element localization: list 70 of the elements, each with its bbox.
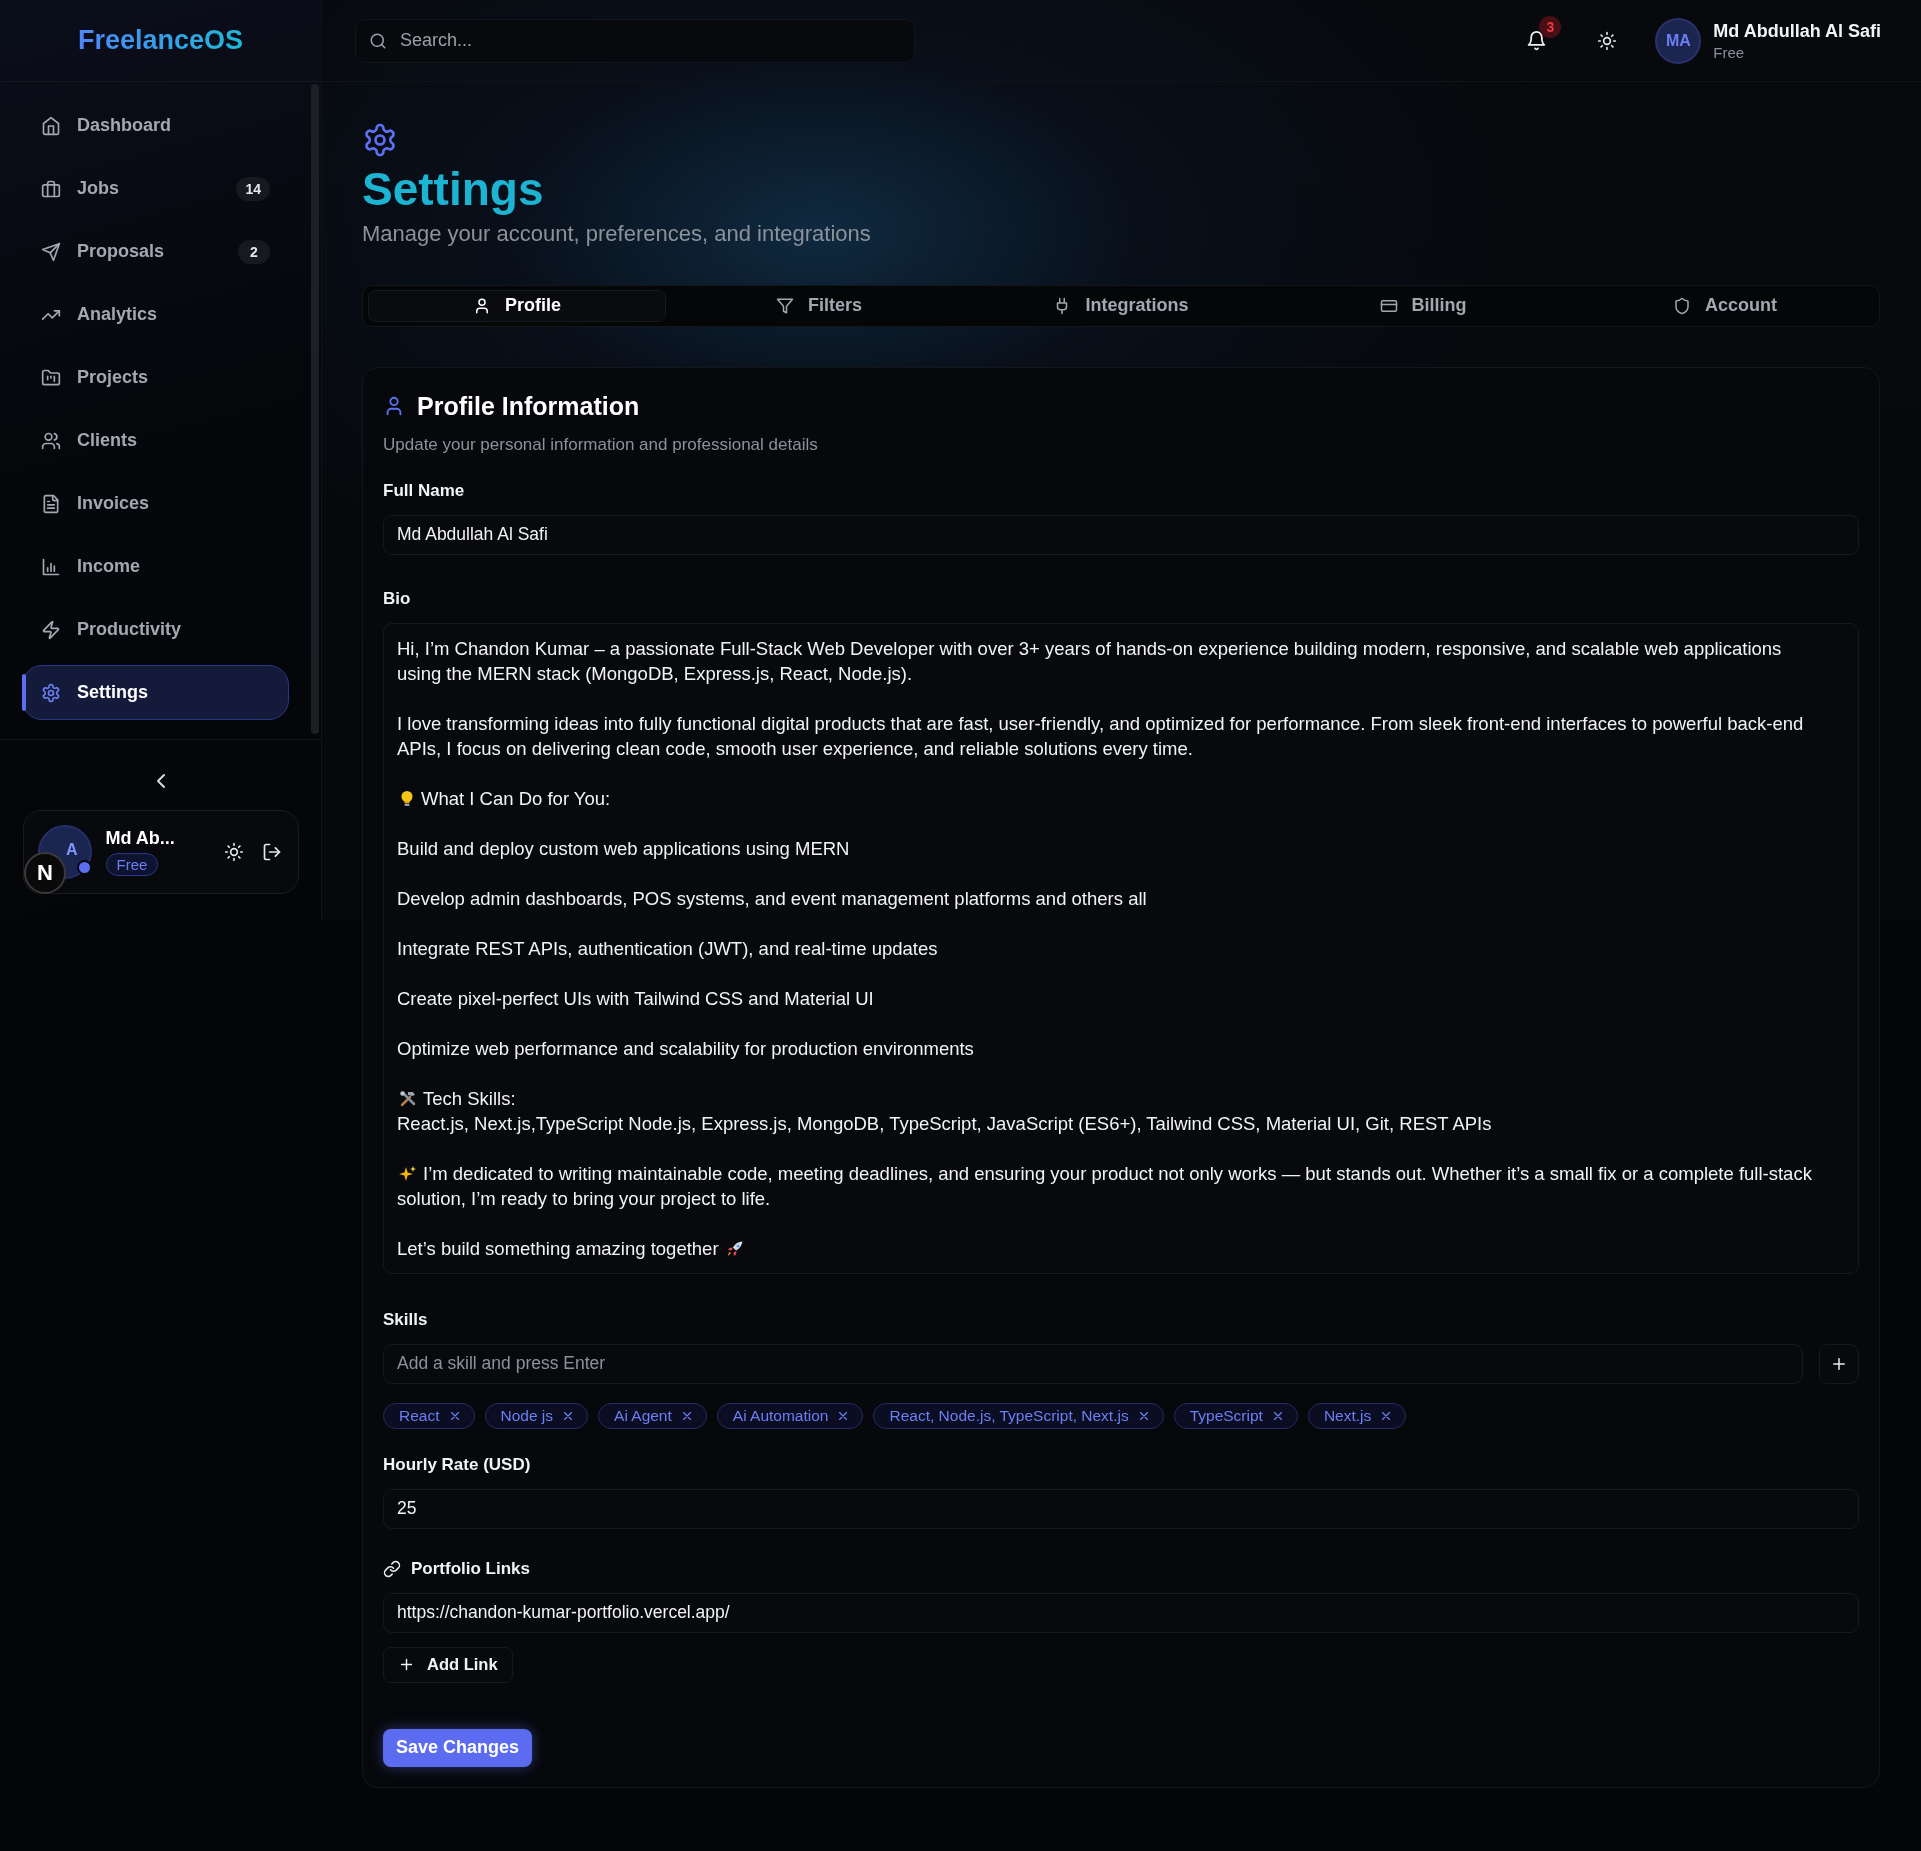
skill-tag: Ai Agent bbox=[598, 1402, 707, 1429]
full-name-field[interactable]: Md Abdullah Al Safi bbox=[383, 514, 1859, 555]
filter-icon bbox=[776, 296, 794, 315]
page-title: Settings bbox=[362, 164, 545, 215]
rocket-icon bbox=[725, 1239, 744, 1258]
sidebar-item[interactable]: Jobs 14 bbox=[22, 161, 289, 216]
tab[interactable]: Filters bbox=[670, 289, 968, 322]
field-label: Bio bbox=[383, 588, 412, 609]
skill-input[interactable]: Add a skill and press Enter bbox=[383, 1343, 1803, 1384]
skill-tag: Ai Automation bbox=[716, 1402, 864, 1429]
user-name: Md Abdullah Al Safi bbox=[1713, 20, 1881, 42]
sidebar-item[interactable]: Productivity bbox=[22, 602, 289, 657]
shield-icon bbox=[1673, 296, 1691, 315]
logout-icon bbox=[261, 842, 282, 862]
skill-tag: React, Node.js, TypeScript, Next.js bbox=[873, 1402, 1164, 1429]
settings-icon bbox=[362, 122, 398, 158]
sun-icon bbox=[223, 842, 244, 862]
field-label: Skills bbox=[383, 1309, 429, 1330]
tab[interactable]: Account bbox=[1576, 289, 1874, 322]
portfolio-link-field[interactable]: https://chandon-kumar-portfolio.vercel.app/ bbox=[383, 1592, 1859, 1633]
skill-tag: Next.js bbox=[1307, 1402, 1407, 1429]
sidebar-item[interactable]: Dashboard bbox=[22, 98, 289, 153]
sidebar-item[interactable]: Income bbox=[22, 539, 289, 594]
sidebar-item[interactable]: Clients bbox=[22, 413, 289, 468]
count-badge: 2 bbox=[238, 239, 270, 264]
bar-chart-icon bbox=[41, 556, 61, 577]
tools-icon bbox=[399, 1089, 417, 1108]
sidebar-item[interactable]: Settings bbox=[22, 665, 289, 720]
link-icon bbox=[383, 1559, 401, 1578]
card-title: Profile Information bbox=[417, 391, 640, 421]
sidebar-item[interactable]: Projects bbox=[22, 350, 289, 405]
bell-icon bbox=[1526, 30, 1548, 51]
search-field[interactable]: Search... bbox=[355, 18, 915, 63]
user-icon bbox=[473, 296, 491, 315]
avatar-initials: A bbox=[65, 841, 78, 859]
field-label: Portfolio Links bbox=[411, 1558, 530, 1579]
skill-tag: TypeScript bbox=[1173, 1402, 1298, 1429]
sidebar-item[interactable]: Analytics bbox=[22, 287, 289, 342]
save-button[interactable]: Save Changes bbox=[383, 1728, 533, 1767]
document-icon bbox=[41, 493, 61, 514]
tab[interactable]: Integrations bbox=[972, 289, 1270, 322]
add-skill-button[interactable] bbox=[1819, 1343, 1859, 1384]
lightbulb-icon bbox=[399, 789, 415, 808]
sidebar-item[interactable]: Invoices bbox=[22, 476, 289, 531]
bio-field[interactable]: Hi, I’m Chandon Kumar – a passionate Full-Stack Web Developer with over 3+ years of hands-on experience building modern, responsive, and scalable web applications using the MERN stack (MongoDB, Express.js, React, Node.js). I love transforming ideas into fully functional digital products that are fast, user-friendly, and optimized for performance. From sleek front-end interfaces to powerful back-end APIs, I focus on delivering clean code, smooth user experience, and reliable solutions every time. What I Can Do for You: Build and deploy custom web applications using MERN Develop admin dashboards, POS systems, and event management platforms and others all Integrate REST APIs, authentication (JWT), and real-time updates Create pixel-perfect UIs with Tailwind CSS and Material UI Optimize web performance and scalability for production environments Tech Skills: React.js, Next.js,TypeScript Node.js, Express.js, MongoDB, TypeScript, JavaScript (ES6+), Tailwind CSS, Material UI, Git, REST APIs I’m dedicated to writing maintainable code, meeting deadlines, and ensuring your product not only works — but stands out. Whether it’s a small fix or a complete full-stack solution, I’m ready to bring your project to life. Let’s build something amazing together bbox=[383, 622, 1859, 1274]
scrollbar[interactable] bbox=[311, 84, 319, 734]
folder-icon bbox=[41, 367, 61, 388]
sun-icon bbox=[1597, 30, 1618, 51]
briefcase-icon bbox=[41, 178, 61, 199]
paper-plane-icon bbox=[41, 241, 61, 262]
user-plan: Free bbox=[1713, 43, 1746, 61]
hourly-rate-field[interactable]: 25 bbox=[383, 1488, 1859, 1529]
count-badge: 14 bbox=[236, 176, 270, 201]
tab[interactable]: Billing bbox=[1274, 289, 1572, 322]
lightning-icon bbox=[41, 619, 61, 640]
skill-tag: React bbox=[383, 1402, 475, 1429]
settings-icon bbox=[41, 682, 61, 703]
field-label: Full Name bbox=[383, 480, 466, 501]
tab[interactable]: Profile bbox=[368, 289, 666, 322]
add-link-button[interactable]: Add Link bbox=[383, 1646, 513, 1683]
skill-tag: Node js bbox=[484, 1402, 589, 1429]
users-icon bbox=[41, 430, 61, 451]
home-icon bbox=[41, 115, 61, 136]
field-label: Hourly Rate (USD) bbox=[383, 1454, 532, 1475]
sidebar-item[interactable]: Proposals 2 bbox=[22, 224, 289, 279]
plan-badge: Free bbox=[105, 853, 159, 876]
card-subtitle: Update your personal information and professional details bbox=[383, 434, 819, 455]
chevron-left-icon bbox=[156, 774, 165, 788]
user-name: Md Ab... bbox=[105, 828, 176, 849]
page-subtitle: Manage your account, preferences, and integrations bbox=[362, 220, 872, 247]
